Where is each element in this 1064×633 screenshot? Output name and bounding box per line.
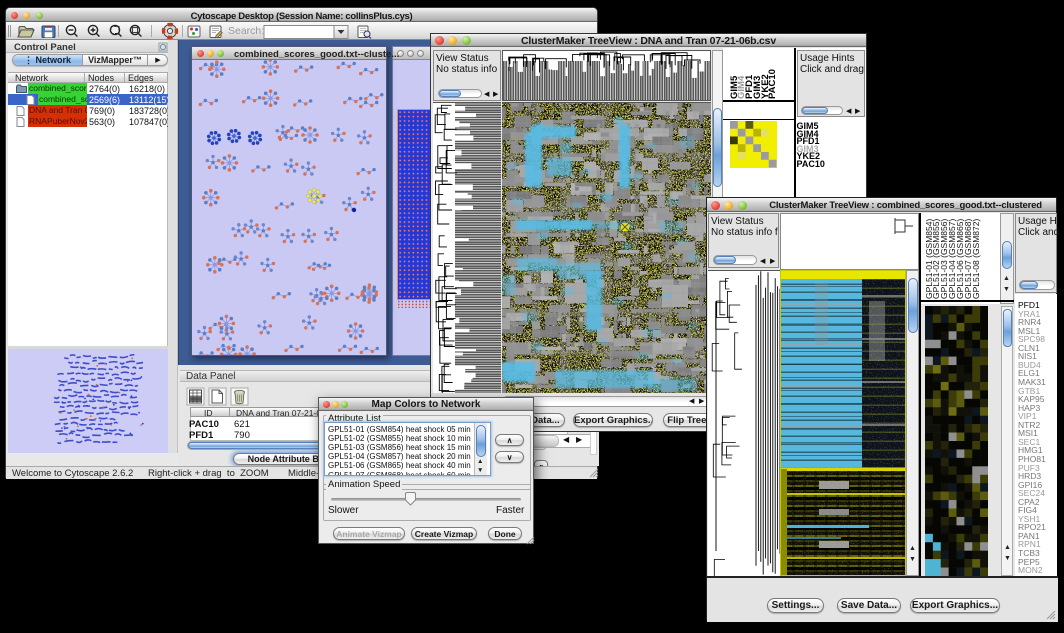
svg-text:Search:: Search:	[228, 25, 264, 37]
